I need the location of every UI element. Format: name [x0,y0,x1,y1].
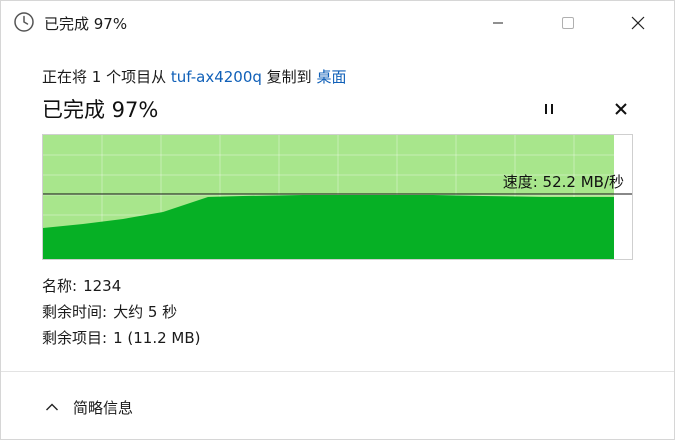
pause-icon [545,104,553,114]
destination-link[interactable]: 桌面 [316,68,346,86]
detail-time-remaining: 剩余时间: 大约 5 秒 [42,299,200,325]
time-label: 剩余时间: [42,303,108,321]
minimize-icon [493,22,503,24]
copy-progress-window: 已完成 97% 正在将 1 个项目从 tuf-ax4200q 复制到 桌面 已完… [0,0,675,440]
time-value: 大约 5 秒 [113,303,178,321]
fewer-details-button[interactable]: 简略信息 [45,393,133,421]
pause-button[interactable] [538,97,560,121]
close-icon [631,16,645,30]
detail-name: 名称: 1234 [42,273,200,299]
items-label: 剩余项目: [42,329,108,347]
maximize-icon [562,17,574,29]
details-panel: 名称: 1234 剩余时间: 大约 5 秒 剩余项目: 1 (11.2 MB) [42,273,200,351]
title-bar[interactable]: 已完成 97% [1,1,674,45]
copy-middle: 复制到 [261,68,317,86]
minimize-button[interactable] [469,1,527,45]
close-icon [615,103,627,115]
items-value: 1 (11.2 MB) [113,329,201,347]
speed-label: 速度: 52.2 MB/秒 [502,173,624,191]
name-value: 1234 [83,277,122,295]
copy-description: 正在将 1 个项目从 tuf-ax4200q 复制到 桌面 [42,66,346,87]
cancel-copy-button[interactable] [610,97,632,121]
detail-items-remaining: 剩余项目: 1 (11.2 MB) [42,325,200,351]
fewer-details-label: 简略信息 [73,398,134,417]
source-link[interactable]: tuf-ax4200q [171,68,262,86]
copy-prefix: 正在将 1 个项目从 [42,68,171,86]
close-window-button[interactable] [609,1,667,45]
maximize-button[interactable] [539,1,597,45]
window-title: 已完成 97% [44,15,128,33]
progress-title: 已完成 97% [42,98,159,122]
chevron-up-icon [46,403,58,411]
clock-icon [13,11,35,33]
speed-graph-canvas [43,135,632,259]
name-label: 名称: [42,277,78,295]
footer-divider [1,371,674,372]
speed-graph: 速度: 52.2 MB/秒 [42,134,633,260]
